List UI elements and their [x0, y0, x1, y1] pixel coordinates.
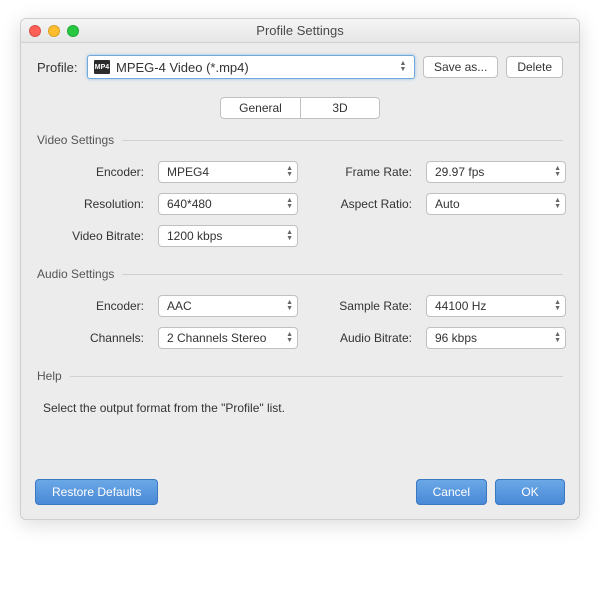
- chevron-up-down-icon: ▲▼: [554, 332, 561, 344]
- profile-dropdown[interactable]: MP4 MPEG-4 Video (*.mp4) ▲▼: [87, 55, 415, 79]
- video-encoder-value: MPEG4: [167, 165, 209, 179]
- divider: [122, 140, 563, 141]
- window-title: Profile Settings: [21, 23, 579, 38]
- video-encoder-select[interactable]: MPEG4 ▲▼: [158, 161, 298, 183]
- chevron-up-down-icon: ▲▼: [286, 300, 293, 312]
- aspect-ratio-select[interactable]: Auto ▲▼: [426, 193, 566, 215]
- tab-segmented-control: General 3D: [220, 97, 380, 119]
- aspect-ratio-label: Aspect Ratio:: [312, 197, 412, 211]
- audio-bitrate-select[interactable]: 96 kbps ▲▼: [426, 327, 566, 349]
- save-as-button[interactable]: Save as...: [423, 56, 498, 78]
- chevron-up-down-icon: ▲▼: [286, 166, 293, 178]
- sample-rate-select[interactable]: 44100 Hz ▲▼: [426, 295, 566, 317]
- profile-settings-window: Profile Settings Profile: MP4 MPEG-4 Vid…: [20, 18, 580, 520]
- ok-button[interactable]: OK: [495, 479, 565, 505]
- video-bitrate-value: 1200 kbps: [167, 229, 222, 243]
- audio-bitrate-value: 96 kbps: [435, 331, 477, 345]
- help-group: Help Select the output format from the "…: [37, 369, 563, 415]
- chevron-up-down-icon: ▲▼: [396, 61, 410, 73]
- frame-rate-label: Frame Rate:: [312, 165, 412, 179]
- frame-rate-select[interactable]: 29.97 fps ▲▼: [426, 161, 566, 183]
- audio-settings-label: Audio Settings: [37, 267, 114, 281]
- chevron-up-down-icon: ▲▼: [286, 332, 293, 344]
- chevron-up-down-icon: ▲▼: [554, 198, 561, 210]
- video-bitrate-select[interactable]: 1200 kbps ▲▼: [158, 225, 298, 247]
- chevron-up-down-icon: ▲▼: [554, 166, 561, 178]
- video-encoder-label: Encoder:: [44, 165, 144, 179]
- sample-rate-label: Sample Rate:: [312, 299, 412, 313]
- help-text: Select the output format from the "Profi…: [37, 397, 563, 415]
- tab-3d[interactable]: 3D: [300, 97, 380, 119]
- resolution-value: 640*480: [167, 197, 212, 211]
- sample-rate-value: 44100 Hz: [435, 299, 486, 313]
- aspect-ratio-value: Auto: [435, 197, 460, 211]
- profile-row: Profile: MP4 MPEG-4 Video (*.mp4) ▲▼ Sav…: [37, 55, 563, 79]
- divider: [70, 376, 563, 377]
- video-bitrate-label: Video Bitrate:: [44, 229, 144, 243]
- restore-defaults-button[interactable]: Restore Defaults: [35, 479, 158, 505]
- chevron-up-down-icon: ▲▼: [286, 198, 293, 210]
- audio-encoder-value: AAC: [167, 299, 192, 313]
- video-settings-label: Video Settings: [37, 133, 114, 147]
- mpeg-icon: MP4: [94, 60, 110, 74]
- channels-label: Channels:: [44, 331, 144, 345]
- footer: Restore Defaults Cancel OK: [21, 469, 579, 519]
- delete-button[interactable]: Delete: [506, 56, 563, 78]
- profile-value: MPEG-4 Video (*.mp4): [116, 60, 249, 75]
- audio-encoder-select[interactable]: AAC ▲▼: [158, 295, 298, 317]
- chevron-up-down-icon: ▲▼: [286, 230, 293, 242]
- video-settings-header: Video Settings: [37, 133, 563, 147]
- divider: [122, 274, 563, 275]
- audio-encoder-label: Encoder:: [44, 299, 144, 313]
- help-label: Help: [37, 369, 62, 383]
- cancel-button[interactable]: Cancel: [416, 479, 487, 505]
- tab-row: General 3D: [37, 97, 563, 119]
- channels-select[interactable]: 2 Channels Stereo ▲▼: [158, 327, 298, 349]
- channels-value: 2 Channels Stereo: [167, 331, 266, 345]
- profile-label: Profile:: [37, 60, 79, 75]
- content-area: Profile: MP4 MPEG-4 Video (*.mp4) ▲▼ Sav…: [21, 43, 579, 469]
- video-settings-group: Video Settings Encoder: MPEG4 ▲▼ Frame R…: [37, 133, 563, 247]
- help-header: Help: [37, 369, 563, 383]
- audio-bitrate-label: Audio Bitrate:: [312, 331, 412, 345]
- titlebar: Profile Settings: [21, 19, 579, 43]
- resolution-label: Resolution:: [44, 197, 144, 211]
- chevron-up-down-icon: ▲▼: [554, 300, 561, 312]
- frame-rate-value: 29.97 fps: [435, 165, 484, 179]
- audio-settings-group: Audio Settings Encoder: AAC ▲▼ Sample Ra…: [37, 267, 563, 349]
- tab-general[interactable]: General: [220, 97, 300, 119]
- resolution-select[interactable]: 640*480 ▲▼: [158, 193, 298, 215]
- audio-settings-header: Audio Settings: [37, 267, 563, 281]
